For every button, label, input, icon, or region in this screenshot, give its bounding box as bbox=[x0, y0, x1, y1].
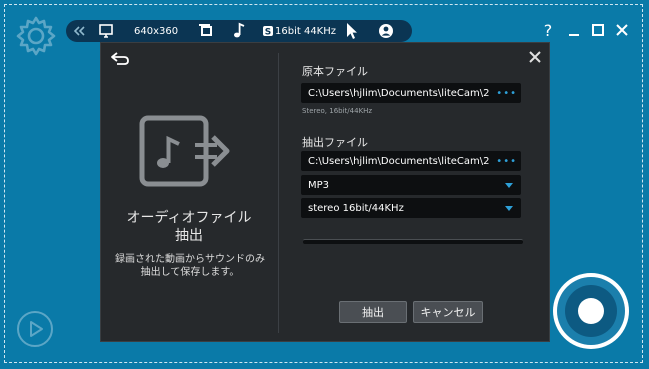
cursor-icon[interactable] bbox=[344, 20, 358, 42]
output-file-field[interactable]: C:\Users\hjlim\Documents\liteCam\2 ••• bbox=[301, 151, 521, 171]
dialog-divider bbox=[278, 53, 279, 333]
help-icon[interactable]: ? bbox=[540, 18, 556, 42]
audio-file-extract-icon bbox=[139, 115, 230, 187]
webcam-icon[interactable] bbox=[378, 20, 394, 42]
quality-select[interactable]: stereo 16bit/44KHz bbox=[301, 198, 521, 218]
capture-toolbar: 640x360 S 16bit 44KHz bbox=[66, 20, 412, 42]
record-inner bbox=[565, 285, 617, 337]
cancel-button[interactable]: キャンセル bbox=[413, 301, 483, 323]
dialog-description: 録画された動画からサウンドのみ 抽出して保存します。 bbox=[115, 254, 265, 278]
audio-format-label[interactable]: 16bit 44KHz bbox=[275, 20, 336, 42]
source-file-field[interactable]: C:\Users\hjlim\Documents\liteCam\2 ••• bbox=[301, 83, 521, 103]
record-ring bbox=[557, 277, 625, 345]
extract-button[interactable]: 抽出 bbox=[339, 301, 407, 323]
quality-selected-value: stereo 16bit/44KHz bbox=[308, 202, 404, 214]
browse-output-icon[interactable]: ••• bbox=[496, 151, 517, 171]
s-badge-icon[interactable]: S bbox=[262, 20, 274, 42]
dialog-title: オーディオファイル 抽出 bbox=[126, 210, 252, 244]
chevrons-left-icon[interactable] bbox=[72, 20, 86, 42]
resolution-label[interactable]: 640x360 bbox=[134, 20, 178, 42]
maximize-icon[interactable] bbox=[590, 18, 606, 42]
source-file-info: Stereo, 16bit/44KHz bbox=[302, 107, 373, 115]
svg-text:S: S bbox=[265, 28, 271, 38]
music-note-icon[interactable] bbox=[232, 20, 246, 42]
minimize-icon[interactable] bbox=[566, 18, 582, 42]
close-window-icon[interactable] bbox=[614, 18, 630, 42]
browse-source-icon[interactable]: ••• bbox=[496, 83, 517, 103]
output-file-label: 抽出ファイル bbox=[302, 136, 368, 149]
chevron-down-icon bbox=[505, 183, 513, 188]
source-file-path: C:\Users\hjlim\Documents\liteCam\2 bbox=[308, 87, 490, 99]
back-icon[interactable] bbox=[109, 49, 131, 67]
fullscreen-icon[interactable] bbox=[198, 20, 214, 42]
format-select[interactable]: MP3 bbox=[301, 175, 521, 195]
gear-icon[interactable] bbox=[14, 14, 58, 58]
record-button[interactable] bbox=[553, 273, 629, 349]
monitor-icon[interactable] bbox=[98, 20, 114, 42]
play-icon bbox=[30, 321, 43, 337]
extract-progress-bar bbox=[303, 239, 523, 244]
play-button[interactable] bbox=[17, 311, 53, 347]
record-icon bbox=[578, 298, 604, 324]
chevron-down-icon bbox=[505, 206, 513, 211]
audio-extract-dialog: オーディオファイル 抽出 録画された動画からサウンドのみ 抽出して保存します。 … bbox=[100, 42, 550, 342]
format-selected-value: MP3 bbox=[308, 179, 330, 191]
source-file-label: 原本ファイル bbox=[302, 65, 368, 78]
close-icon[interactable] bbox=[527, 49, 543, 65]
output-file-path: C:\Users\hjlim\Documents\liteCam\2 bbox=[308, 155, 490, 167]
